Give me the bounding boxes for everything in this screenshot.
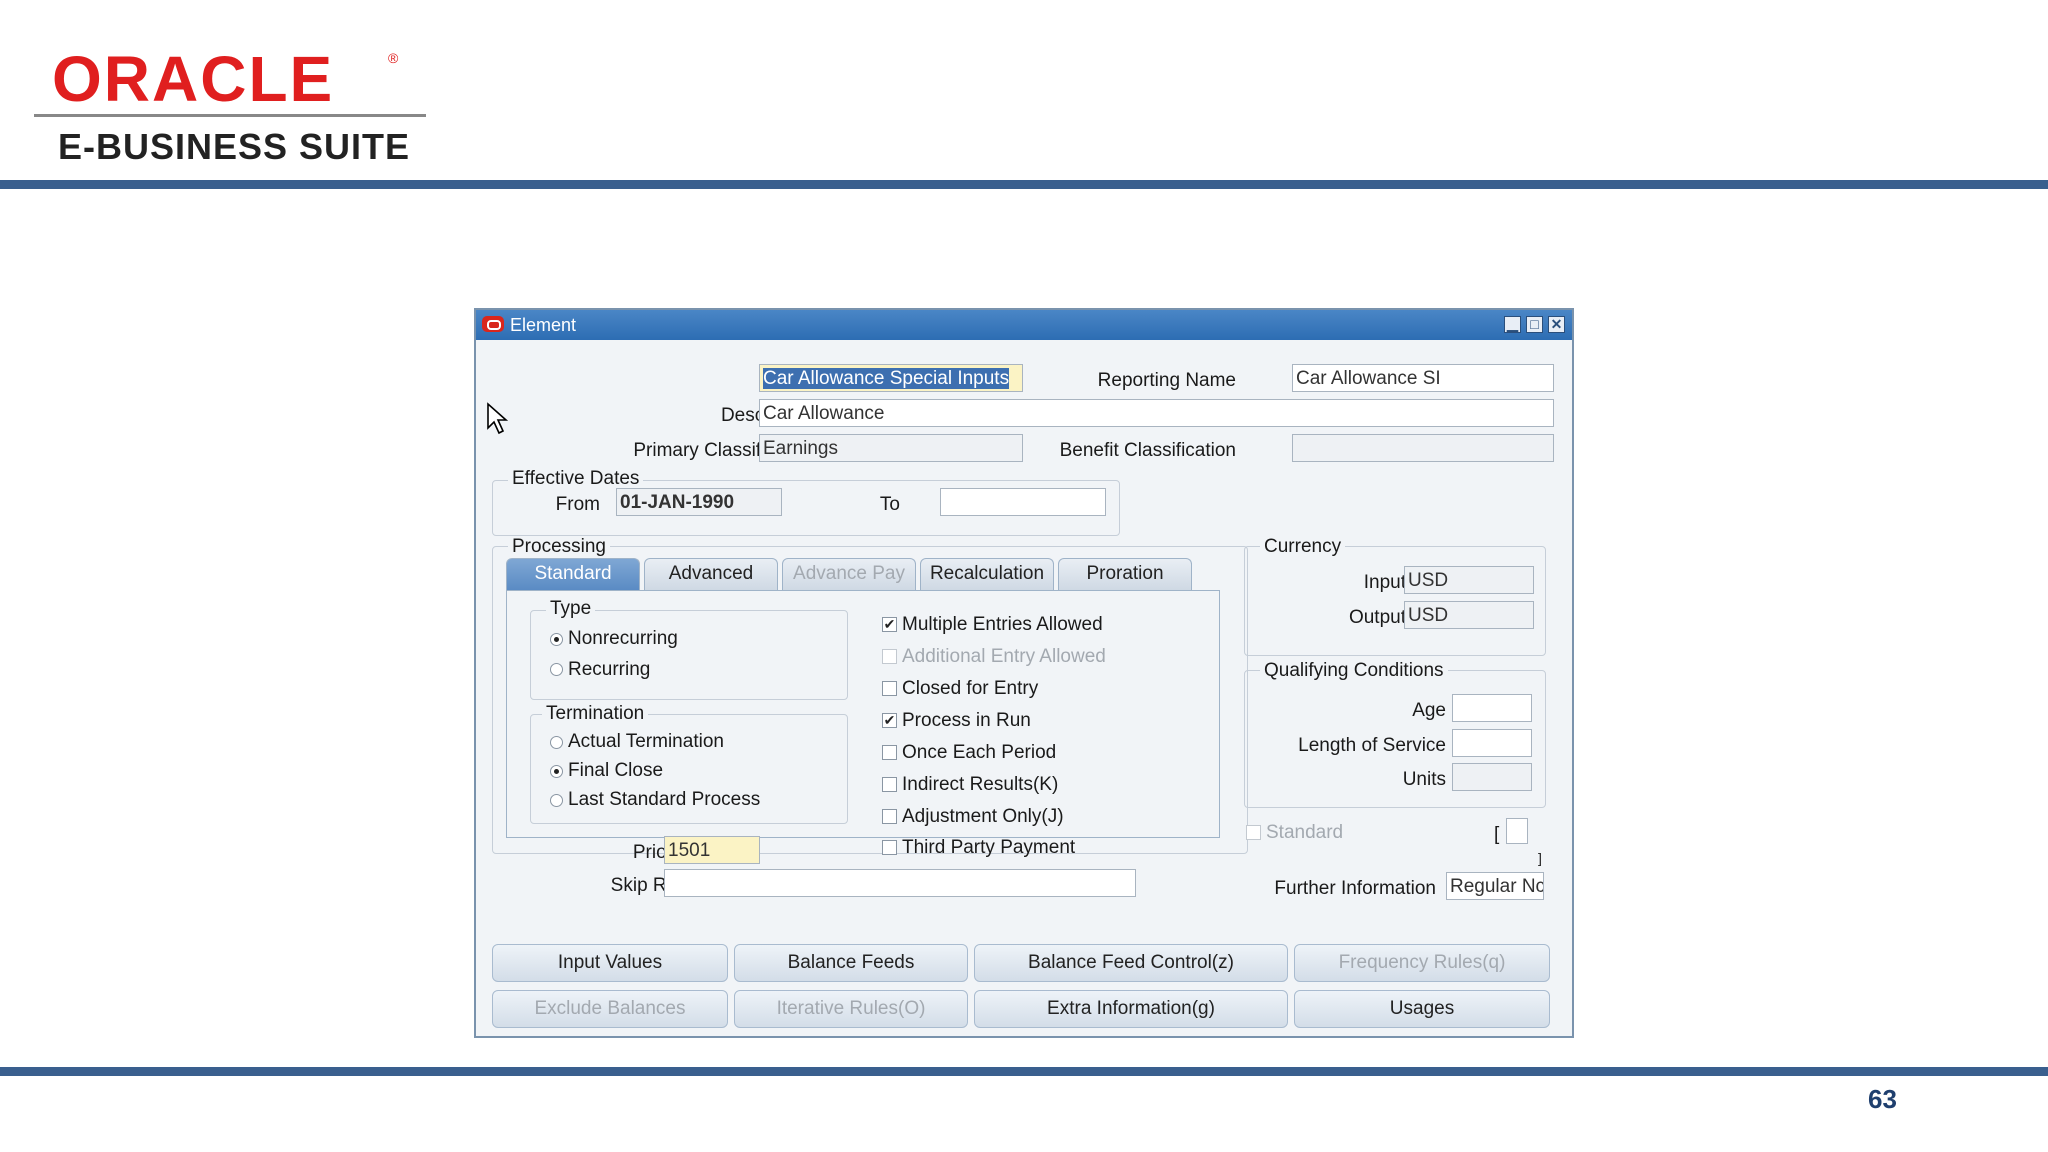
reporting-name-label: Reporting Name — [1097, 370, 1236, 391]
multiple-entries-label: Multiple Entries Allowed — [902, 614, 1103, 635]
closed-for-entry-label: Closed for Entry — [902, 678, 1039, 699]
indirect-results-label: Indirect Results(K) — [902, 774, 1059, 795]
additional-entry-label: Additional Entry Allowed — [902, 646, 1106, 667]
effective-dates-title: Effective Dates — [508, 468, 644, 490]
nonrecurring-radio[interactable] — [550, 633, 563, 646]
iterative-rules-button[interactable]: Iterative Rules(O) — [734, 990, 968, 1028]
currency-input-label: Input — [1363, 572, 1406, 593]
name-value: Car Allowance Special Inputs — [763, 368, 1010, 389]
registered-mark: ® — [388, 50, 399, 66]
frequency-rules-button[interactable]: Frequency Rules(q) — [1294, 944, 1550, 982]
length-of-service-field[interactable] — [1452, 729, 1532, 757]
nonrecurring-label: Nonrecurring — [568, 628, 678, 649]
close-icon[interactable]: ✕ — [1548, 316, 1565, 333]
multiple-entries-checkbox[interactable]: ✔ — [882, 617, 897, 632]
from-label: From — [555, 494, 600, 515]
input-values-button[interactable]: Input Values — [492, 944, 728, 982]
minimize-icon[interactable]: ▁ — [1504, 316, 1521, 333]
element-window: Element ▁ □ ✕ Name Car Allowance Special… — [474, 308, 1574, 1038]
from-date-field[interactable]: 01-JAN-1990 — [616, 488, 782, 516]
tab-proration[interactable]: Proration — [1058, 558, 1192, 590]
logo-subtitle: E-BUSINESS SUITE — [58, 126, 411, 167]
termination-title: Termination — [542, 703, 649, 725]
name-field[interactable]: Car Allowance Special Inputs — [759, 364, 1023, 392]
descriptive-flexfield[interactable] — [1506, 818, 1528, 844]
further-information-field[interactable]: Regular Nc — [1446, 872, 1544, 900]
last-standard-process-radio[interactable] — [550, 794, 563, 807]
reporting-name-field[interactable]: Car Allowance SI — [1292, 364, 1554, 392]
length-of-service-label: Length of Service — [1298, 735, 1446, 756]
tab-recalculation[interactable]: Recalculation — [920, 558, 1054, 590]
extra-information-button[interactable]: Extra Information(g) — [974, 990, 1288, 1028]
to-label: To — [879, 494, 900, 515]
skip-rule-field[interactable] — [664, 869, 1136, 897]
recurring-radio[interactable] — [550, 663, 563, 676]
actual-termination-radio[interactable] — [550, 736, 563, 749]
currency-output-label: Output — [1348, 607, 1406, 628]
slide-bottom-bar — [0, 1067, 2048, 1076]
bracket-close: ] — [1538, 850, 1542, 866]
type-title: Type — [546, 598, 596, 620]
to-date-field[interactable] — [940, 488, 1106, 516]
closed-for-entry-checkbox[interactable] — [882, 681, 897, 696]
primary-classification-field[interactable]: Earnings — [759, 434, 1023, 462]
adjustment-only-label: Adjustment Only(J) — [902, 806, 1064, 827]
currency-title: Currency — [1260, 536, 1346, 558]
third-party-payment-label: Third Party Payment — [902, 837, 1076, 858]
units-field[interactable] — [1452, 763, 1532, 791]
maximize-icon[interactable]: □ — [1526, 316, 1543, 333]
units-label: Units — [1402, 769, 1446, 790]
benefit-classification-label: Benefit Classification — [1059, 440, 1236, 461]
balance-feeds-button[interactable]: Balance Feeds — [734, 944, 968, 982]
type-group — [530, 610, 848, 700]
exclude-balances-button[interactable]: Exclude Balances — [492, 990, 728, 1028]
logo-divider — [34, 114, 426, 117]
last-standard-process-label: Last Standard Process — [568, 789, 761, 810]
currency-output-field[interactable]: USD — [1404, 601, 1534, 629]
indirect-results-checkbox[interactable] — [882, 777, 897, 792]
usages-button[interactable]: Usages — [1294, 990, 1550, 1028]
third-party-payment-checkbox[interactable] — [882, 840, 897, 855]
benefit-classification-field[interactable] — [1292, 434, 1554, 462]
slide-top-bar — [0, 180, 2048, 189]
adjustment-only-checkbox[interactable] — [882, 809, 897, 824]
process-in-run-checkbox[interactable]: ✔ — [882, 713, 897, 728]
description-field[interactable]: Car Allowance — [759, 399, 1554, 427]
standard-label: Standard — [1266, 822, 1344, 843]
tab-advanced[interactable]: Advanced — [644, 558, 778, 590]
further-information-label: Further Information — [1274, 878, 1436, 899]
process-in-run-label: Process in Run — [902, 710, 1031, 731]
additional-entry-checkbox[interactable] — [882, 649, 897, 664]
processing-title: Processing — [508, 536, 610, 558]
age-field[interactable] — [1452, 694, 1532, 722]
qualifying-conditions-title: Qualifying Conditions — [1260, 660, 1448, 682]
oracle-logo: ORACLE — [52, 43, 335, 115]
balance-feed-control-button[interactable]: Balance Feed Control(z) — [974, 944, 1288, 982]
standard-checkbox[interactable] — [1246, 825, 1261, 840]
once-each-period-label: Once Each Period — [902, 742, 1057, 763]
priority-field[interactable]: 1501 — [664, 836, 760, 864]
window-title: Element — [510, 315, 577, 335]
actual-termination-label: Actual Termination — [568, 731, 724, 752]
once-each-period-checkbox[interactable] — [882, 745, 897, 760]
tab-standard[interactable]: Standard — [506, 558, 640, 590]
age-label: Age — [1412, 700, 1446, 721]
oracle-app-icon — [482, 316, 504, 332]
window-titlebar[interactable]: Element ▁ □ ✕ — [476, 310, 1572, 340]
mouse-pointer-icon — [487, 402, 509, 435]
currency-input-field[interactable]: USD — [1404, 566, 1534, 594]
page-number: 63 — [1868, 1084, 1897, 1114]
tab-advance-pay[interactable]: Advance Pay — [782, 558, 916, 590]
final-close-label: Final Close — [568, 760, 664, 781]
final-close-radio[interactable] — [550, 765, 563, 778]
recurring-label: Recurring — [568, 659, 651, 680]
bracket-open: [ — [1494, 824, 1500, 845]
